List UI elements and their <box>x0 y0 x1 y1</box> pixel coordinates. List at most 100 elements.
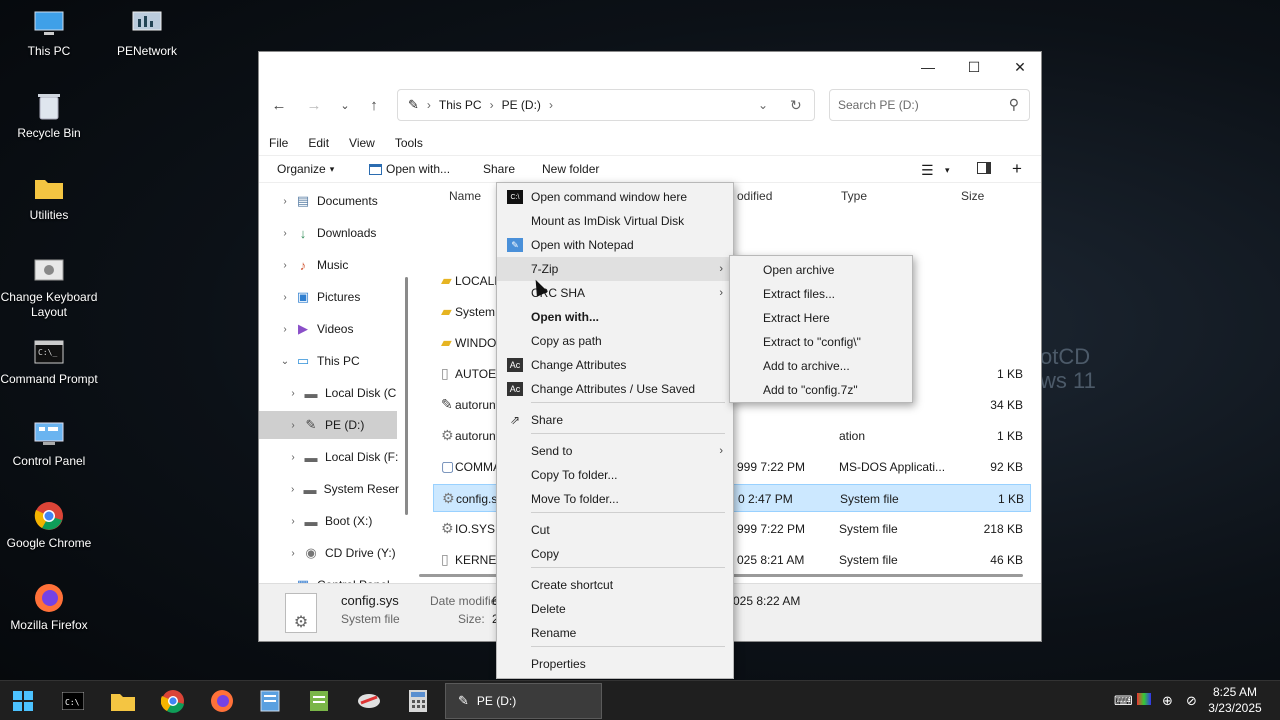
desktop-icon-control-panel[interactable]: Control Panel <box>0 418 99 469</box>
context-menu-item-change-attributes-use-saved[interactable]: Ac Change Attributes / Use Saved <box>497 377 733 401</box>
refresh-icon[interactable]: ↻ <box>790 97 802 114</box>
view-chevron-down-icon[interactable]: ▾ <box>945 165 950 176</box>
context-menu-item-cut[interactable]: Cut <box>497 518 733 542</box>
taskbar-tool-icon[interactable] <box>352 685 386 717</box>
add-icon[interactable]: + <box>1012 159 1022 179</box>
desktop-icon-mozilla-firefox[interactable]: Mozilla Firefox <box>0 582 99 633</box>
column-header-name[interactable]: Name <box>449 189 481 203</box>
submenu-item-extract-to-config[interactable]: Extract to "config\" <box>730 330 912 354</box>
tray-keyboard-icon[interactable]: ⌨ <box>1114 693 1133 709</box>
nav-item-pictures[interactable]: › ▣ Pictures <box>259 283 399 311</box>
chevron-right-icon[interactable]: › <box>277 196 293 207</box>
submenu-item-add-to-config-7z[interactable]: Add to "config.7z" <box>730 378 912 402</box>
chevron-right-icon[interactable]: › <box>277 324 293 335</box>
nav-item-documents[interactable]: › ▤ Documents <box>259 187 399 215</box>
desktop-icon-penetwork[interactable]: PENetwork <box>97 8 197 59</box>
chevron-right-icon[interactable]: › <box>285 420 301 431</box>
taskbar-notepad-icon[interactable] <box>302 685 336 717</box>
desktop-icon-google-chrome[interactable]: Google Chrome <box>0 500 99 551</box>
nav-item-downloads[interactable]: › ↓ Downloads <box>259 219 399 247</box>
context-menu-item-copy[interactable]: Copy <box>497 542 733 566</box>
taskbar-terminal-icon[interactable]: C:\ <box>56 685 90 717</box>
taskbar-app-icon[interactable] <box>253 685 287 717</box>
maximize-button[interactable]: ☐ <box>951 52 997 82</box>
context-menu-item-change-attributes[interactable]: Ac Change Attributes <box>497 353 733 377</box>
new-folder-button[interactable]: New folder <box>542 162 599 176</box>
chevron-right-icon[interactable]: › <box>285 452 301 463</box>
nav-item-control-panel[interactable]: ›▦Control Panel <box>259 571 399 583</box>
chevron-down-icon[interactable]: ⌄ <box>277 356 293 367</box>
forward-arrow-icon[interactable]: → <box>303 94 325 116</box>
context-menu-item-send-to[interactable]: Send to › <box>497 439 733 463</box>
taskbar-active-window[interactable]: ✎ PE (D:) <box>445 683 602 719</box>
desktop-icon-recycle-bin[interactable]: Recycle Bin <box>0 90 99 141</box>
context-menu-item-7-zip[interactable]: 7-Zip › <box>497 257 733 281</box>
chevron-right-icon[interactable]: › <box>277 260 293 271</box>
nav-item-this-pc[interactable]: ⌄ ▭ This PC <box>259 347 399 375</box>
context-menu-item-properties[interactable]: Properties <box>497 652 733 676</box>
tray-network-icon[interactable]: ⊘ <box>1186 693 1197 709</box>
menu-tools[interactable]: Tools <box>395 136 423 150</box>
taskbar-file-explorer-icon[interactable] <box>106 685 140 717</box>
submenu-item-extract-files[interactable]: Extract files... <box>730 282 912 306</box>
search-box[interactable]: Search PE (D:) ⚲ <box>829 89 1030 121</box>
context-menu-item-open-with-notepad[interactable]: ✎ Open with Notepad <box>497 233 733 257</box>
breadcrumb-pe-d[interactable]: PE (D:) <box>502 98 541 112</box>
recent-chevron-down-icon[interactable]: ⌄ <box>334 94 356 116</box>
nav-item-local-disk-f[interactable]: › ▬ Local Disk (F: <box>259 443 399 471</box>
context-menu-item-open-command-window-here[interactable]: C:\ Open command window here <box>497 185 733 209</box>
minimize-button[interactable]: — <box>905 52 951 82</box>
nav-item-boot-x[interactable]: › ▬ Boot (X:) <box>259 507 399 535</box>
address-dropdown-chevron-icon[interactable]: ⌄ <box>758 98 768 112</box>
column-header-size[interactable]: Size <box>961 189 984 203</box>
taskbar-calculator-icon[interactable] <box>401 685 435 717</box>
taskbar-chrome-icon[interactable] <box>156 685 190 717</box>
desktop-icon-this-pc[interactable]: This PC <box>0 8 99 59</box>
menu-view[interactable]: View <box>349 136 375 150</box>
nav-scrollbar[interactable] <box>405 277 408 515</box>
chevron-right-icon[interactable]: › <box>285 388 301 399</box>
chevron-right-icon[interactable]: › <box>285 548 301 559</box>
column-header-type[interactable]: Type <box>841 189 867 203</box>
address-bar[interactable]: ✎ › This PC › PE (D:) › ⌄ ↻ <box>397 89 815 121</box>
nav-item-local-disk-c[interactable]: › ▬ Local Disk (C <box>259 379 399 407</box>
chevron-right-icon[interactable]: › <box>277 228 293 239</box>
organize-button[interactable]: Organize ▾ <box>277 162 334 176</box>
chevron-right-icon[interactable]: › <box>285 516 301 527</box>
chevron-right-icon[interactable]: › <box>285 484 300 495</box>
nav-item-cd-drive-y[interactable]: › ◉ CD Drive (Y:) <box>259 539 399 567</box>
taskbar-firefox-icon[interactable] <box>205 685 239 717</box>
close-button[interactable]: ✕ <box>997 52 1041 82</box>
desktop-icon-command-prompt[interactable]: C:\_ Command Prompt <box>0 336 99 387</box>
up-arrow-icon[interactable]: ↑ <box>363 94 385 116</box>
context-menu-item-create-shortcut[interactable]: Create shortcut <box>497 573 733 597</box>
column-header-modified[interactable]: odified <box>737 189 772 203</box>
submenu-item-add-to-archive[interactable]: Add to archive... <box>730 354 912 378</box>
context-menu-item-copy-to-folder[interactable]: Copy To folder... <box>497 463 733 487</box>
context-menu-item-copy-as-path[interactable]: Copy as path <box>497 329 733 353</box>
context-menu-item-move-to-folder[interactable]: Move To folder... <box>497 487 733 511</box>
breadcrumb-this-pc[interactable]: This PC <box>439 98 482 112</box>
start-button[interactable] <box>6 685 40 717</box>
context-menu-item-rename[interactable]: Rename <box>497 621 733 645</box>
taskbar-clock[interactable]: 8:25 AM 3/23/2025 <box>1200 684 1270 716</box>
share-button[interactable]: Share <box>483 162 515 176</box>
open-with-button[interactable]: Open with... <box>369 162 450 176</box>
menu-file[interactable]: File <box>269 136 288 150</box>
tray-globe-icon[interactable]: ⊕ <box>1162 693 1173 709</box>
desktop-icon-change-keyboard-layout[interactable]: Change Keyboard Layout <box>0 254 99 320</box>
chevron-right-icon[interactable]: › <box>277 292 293 303</box>
nav-item-system-reser[interactable]: › ▬ System Reser <box>259 475 399 503</box>
context-menu-item-share[interactable]: ⇗ Share <box>497 408 733 432</box>
preview-pane-icon[interactable] <box>977 162 991 174</box>
context-menu-item-mount-as-imdisk-virtual-disk[interactable]: Mount as ImDisk Virtual Disk <box>497 209 733 233</box>
nav-item-pe-d[interactable]: › ✎ PE (D:) <box>259 411 397 439</box>
submenu-item-extract-here[interactable]: Extract Here <box>730 306 912 330</box>
context-menu-item-delete[interactable]: Delete <box>497 597 733 621</box>
search-input[interactable]: Search PE (D:) <box>838 98 919 112</box>
tray-color-icon[interactable] <box>1137 693 1151 708</box>
back-arrow-icon[interactable]: ← <box>268 94 290 116</box>
view-options-icon[interactable]: ☰ <box>921 162 934 179</box>
nav-item-music[interactable]: › ♪ Music <box>259 251 399 279</box>
nav-item-videos[interactable]: › ▶ Videos <box>259 315 399 343</box>
